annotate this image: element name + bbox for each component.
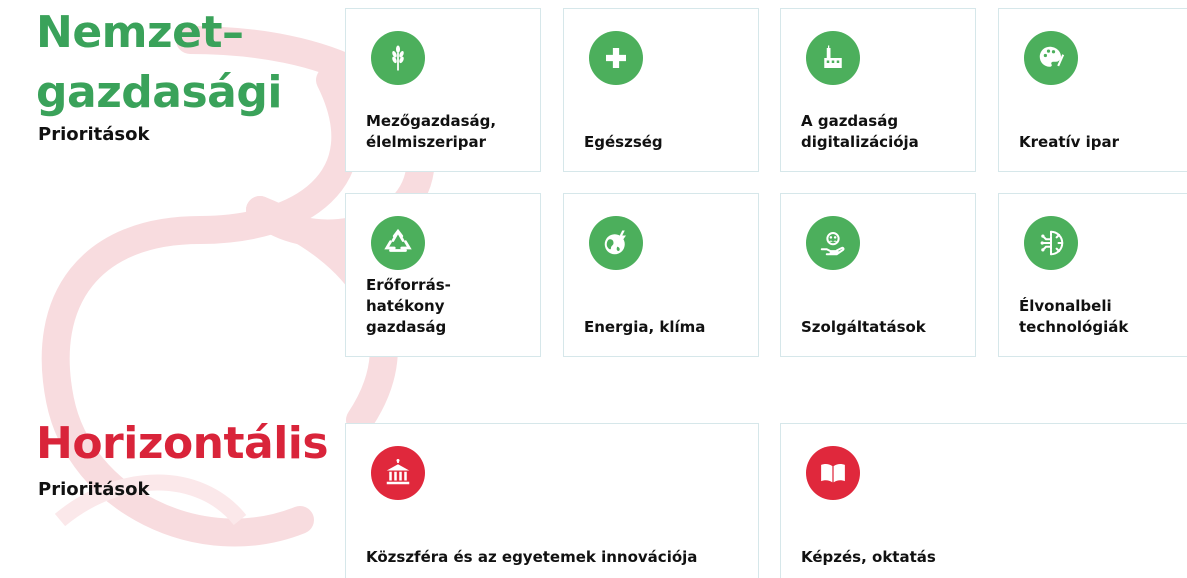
globe-bolt-icon [589,216,643,270]
plus-icon [589,31,643,85]
card-resource-efficiency[interactable]: Erőforrás- hatékony gazdaság [345,193,541,357]
recycle-icon [371,216,425,270]
card-label: Képzés, oktatás [801,548,936,566]
card-energy-climate[interactable]: Energia, klíma [563,193,759,357]
national-title-line2: gazdasági [36,67,282,118]
card-cutting-edge-tech[interactable]: Élvonalbeli technológiák [998,193,1187,357]
card-agriculture[interactable]: Mezőgazdaság, élelmiszeripar [345,8,541,172]
card-label: Energia, klíma [584,318,706,336]
national-subtitle: Prioritások [38,124,150,145]
national-title-line1: Nemzet– [36,7,244,58]
card-public-sector-innovation[interactable]: Közszféra és az egyetemek innovációja [345,423,759,578]
card-label: Szolgáltatások [801,318,926,336]
card-label: A gazdaság digitalizációja [801,112,919,151]
card-label: Egészség [584,133,663,151]
card-label: Közszféra és az egyetemek innovációja [366,548,698,566]
card-label: Mezőgazdaság, élelmiszeripar [366,112,497,151]
hand-people-icon [806,216,860,270]
horizontal-subtitle: Prioritások [38,479,150,500]
horizontal-title: Horizontális [36,418,329,469]
card-label: Élvonalbeli technológiák [1019,297,1129,336]
book-icon [806,446,860,500]
factory-icon [806,31,860,85]
wheat-icon [371,31,425,85]
card-digitalization[interactable]: A gazdaság digitalizációja [780,8,976,172]
gear-circuit-icon [1024,216,1078,270]
card-services[interactable]: Szolgáltatások [780,193,976,357]
palette-icon [1024,31,1078,85]
card-training-education[interactable]: Képzés, oktatás [780,423,1187,578]
institution-icon [371,446,425,500]
card-label: Kreatív ipar [1019,133,1120,151]
card-health[interactable]: Egészség [563,8,759,172]
card-label: Erőforrás- hatékony gazdaság [366,276,451,336]
card-creative-industry[interactable]: Kreatív ipar [998,8,1187,172]
